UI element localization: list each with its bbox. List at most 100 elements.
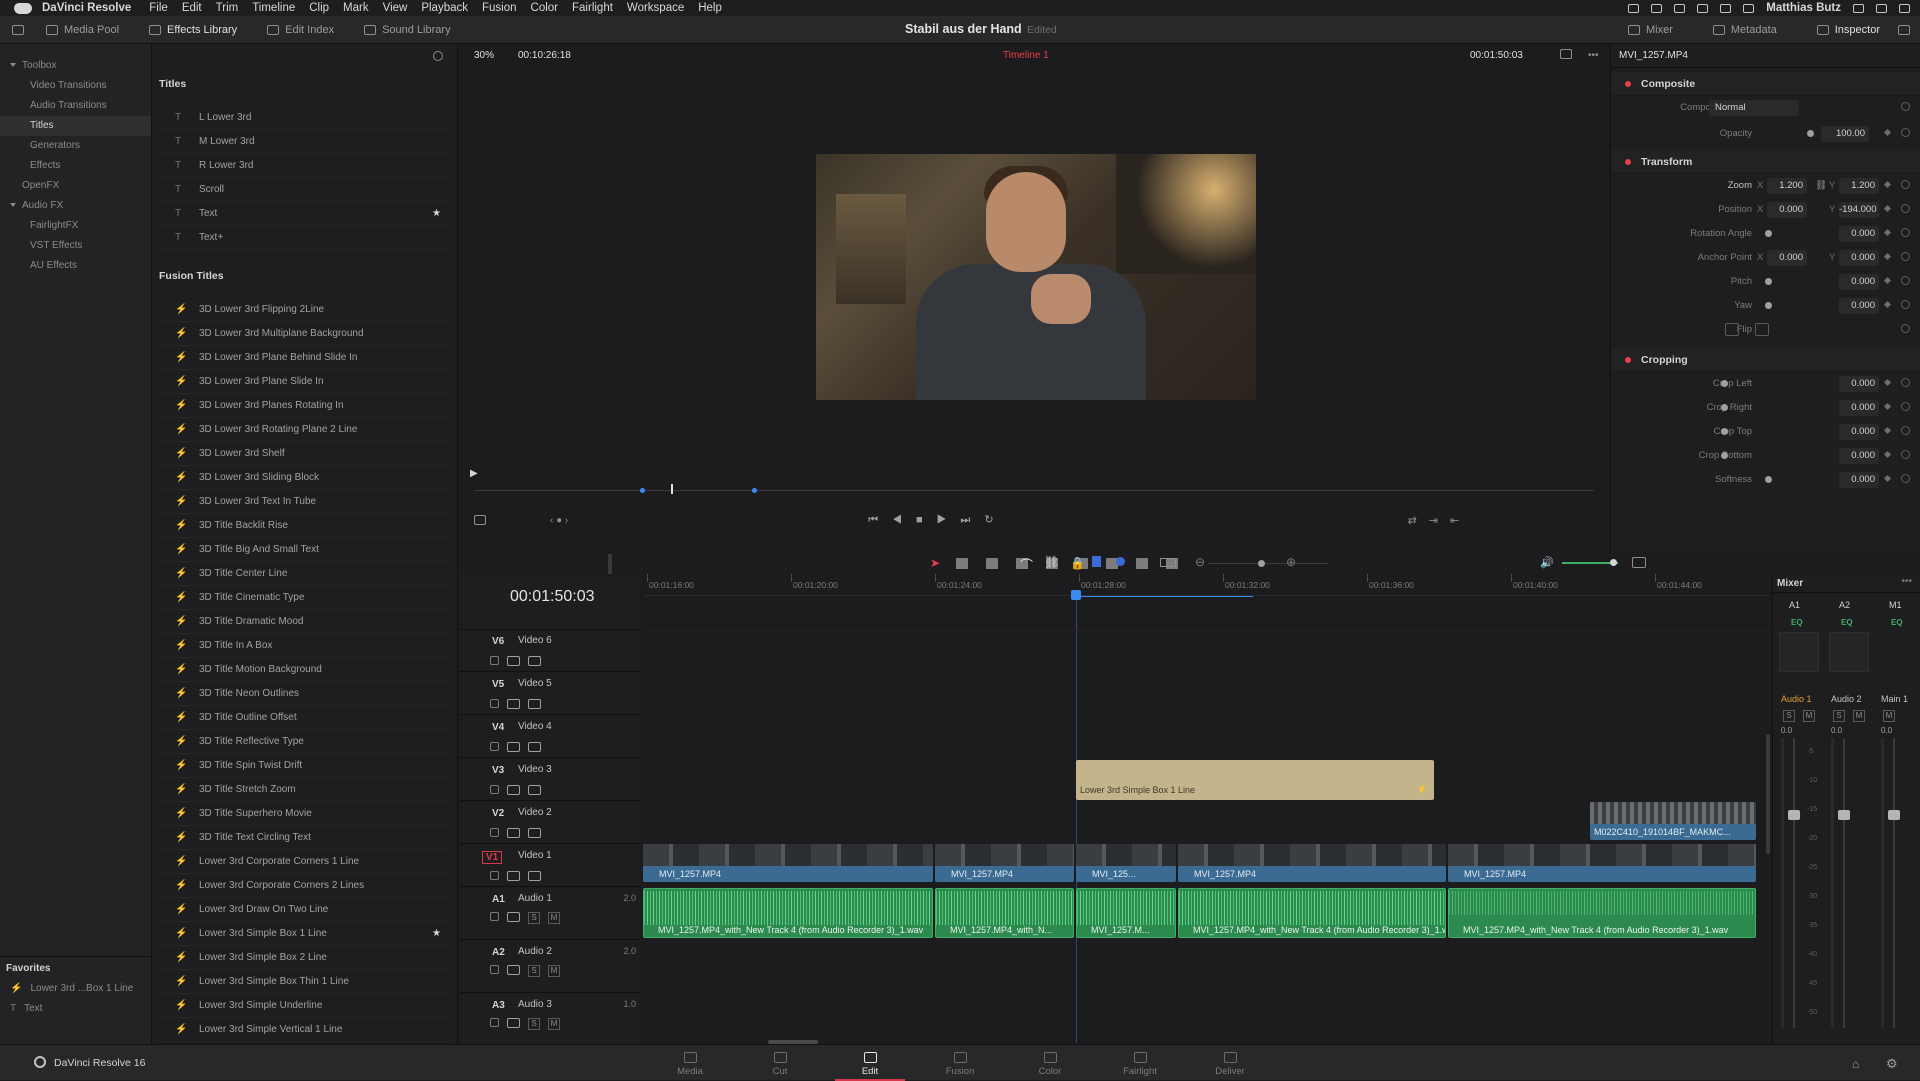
snapping-icon[interactable]: ⌒ xyxy=(1020,555,1033,574)
fusion-title-item[interactable]: ⚡ 3D Title Stretch Zoom xyxy=(159,778,449,802)
timeline-selector[interactable]: Timeline 1 xyxy=(1003,50,1049,61)
linked-selection-icon[interactable]: ⛓ xyxy=(1044,555,1059,569)
fusion-title-item[interactable]: ⚡ 3D Title Cinematic Type xyxy=(159,586,449,610)
opacity-slider-knob[interactable] xyxy=(1807,130,1814,137)
keyframe-icon[interactable] xyxy=(1883,300,1892,309)
solo-button[interactable]: S xyxy=(528,912,540,924)
reset-icon[interactable] xyxy=(1901,378,1910,387)
yaw-slider-knob[interactable] xyxy=(1765,302,1772,309)
auto-select-icon[interactable] xyxy=(507,871,520,881)
v1-clip[interactable]: MVI_1257.MP4 xyxy=(1178,844,1446,882)
timeline-view-options-icon[interactable] xyxy=(1160,558,1176,567)
control-center-icon[interactable] xyxy=(1899,3,1910,13)
mixer-solo-button[interactable]: M xyxy=(1883,710,1895,722)
rotation-slider-knob[interactable] xyxy=(1765,230,1772,237)
fusion-title-item[interactable]: ⚡ Lower 3rd Corporate Corners 2 Lines xyxy=(159,874,449,898)
menu-mark[interactable]: Mark xyxy=(343,2,369,14)
reset-icon[interactable] xyxy=(1901,252,1910,261)
audio-meter-icon[interactable] xyxy=(1632,557,1646,568)
rotation-value[interactable]: 0.000 xyxy=(1839,226,1879,242)
fusion-title-item[interactable]: ⚡ Lower 3rd Corporate Corners 1 Line xyxy=(159,850,449,874)
fusion-title-item[interactable]: ⚡ 3D Lower 3rd Plane Behind Slide In xyxy=(159,346,449,370)
title-item[interactable]: T M Lower 3rd xyxy=(159,130,449,154)
favorite-item[interactable]: ⚡ Lower 3rd ...Box 1 Line xyxy=(0,979,151,999)
favorite-item[interactable]: T Text xyxy=(0,999,151,1019)
track-visibility-icon[interactable] xyxy=(528,742,541,752)
fusion-title-item[interactable]: ⚡ 3D Lower 3rd Sliding Block xyxy=(159,466,449,490)
enable-dot-icon[interactable] xyxy=(1625,80,1631,87)
position-x-field[interactable]: 0.000 xyxy=(1767,202,1807,218)
fusion-title-item[interactable]: ⚡ 3D Title Outline Offset xyxy=(159,706,449,730)
keyframe-icon[interactable] xyxy=(1883,402,1892,411)
cropping-section-header[interactable]: Cropping xyxy=(1611,348,1920,372)
menu-file[interactable]: File xyxy=(149,2,168,14)
keyframe-icon[interactable] xyxy=(1883,378,1892,387)
video-track-header[interactable]: V1 Video 1 xyxy=(460,845,640,887)
screen-record-icon[interactable] xyxy=(1628,3,1640,13)
crop-value[interactable]: 0.000 xyxy=(1839,376,1879,392)
mute-button[interactable]: M xyxy=(548,965,560,977)
solo-button[interactable]: S xyxy=(528,965,540,977)
zoom-y-field[interactable]: 1.200 xyxy=(1839,178,1879,194)
keyframe-icon[interactable] xyxy=(1883,252,1892,261)
enable-dot-icon[interactable] xyxy=(1625,356,1631,363)
fusion-title-item[interactable]: ⚡ Lower 3rd Simple Box 2 Line xyxy=(159,946,449,970)
title-item[interactable]: T Text+ xyxy=(159,226,449,250)
collapse-panel-icon[interactable] xyxy=(1898,25,1910,35)
scrubber-playhead[interactable] xyxy=(671,484,673,494)
fusion-title-item[interactable]: ⚡ 3D Title Dramatic Mood xyxy=(159,610,449,634)
auto-select-icon[interactable] xyxy=(507,742,520,752)
auto-select-icon[interactable] xyxy=(507,656,520,666)
mixer-options-icon[interactable]: ••• xyxy=(1901,576,1912,587)
fusion-title-item[interactable]: ⚡ 3D Title Center Line xyxy=(159,562,449,586)
fusion-title-item[interactable]: ⚡ 3D Title Big And Small Text xyxy=(159,538,449,562)
app-menu[interactable]: DaVinci Resolve xyxy=(42,2,131,14)
lock-track-icon[interactable] xyxy=(490,871,499,880)
match-frame-icons[interactable]: ⇄⇥⇤ xyxy=(1408,514,1472,527)
title-item[interactable]: T Scroll xyxy=(159,178,449,202)
fusion-title-item[interactable]: ⚡ 3D Title Neon Outlines xyxy=(159,682,449,706)
eq-button[interactable]: EQ xyxy=(1791,618,1803,627)
more-options-icon[interactable]: ••• xyxy=(1588,50,1599,61)
reset-icon[interactable] xyxy=(1901,426,1910,435)
menu-trim[interactable]: Trim xyxy=(216,2,239,14)
fusion-title-item[interactable]: ⚡ 3D Lower 3rd Text In Tube xyxy=(159,490,449,514)
video-track-header[interactable]: V5 Video 5 xyxy=(460,673,640,715)
settings-gear-icon[interactable]: ⚙ xyxy=(1886,1056,1898,1072)
volume-icon[interactable] xyxy=(1743,3,1755,13)
crop-slider-knob[interactable] xyxy=(1721,428,1728,435)
apple-icon[interactable] xyxy=(14,2,32,14)
lock-icon[interactable]: 🔒 xyxy=(1070,556,1085,570)
video-frame[interactable] xyxy=(816,154,1256,400)
inspector-button[interactable]: Inspector xyxy=(1809,19,1888,41)
fusion-title-item[interactable]: ⚡ 3D Title Spin Twist Drift xyxy=(159,754,449,778)
viewer-options-icon[interactable] xyxy=(1560,49,1572,59)
title-item[interactable]: T Text ★ xyxy=(159,202,449,226)
mixer-solo-button[interactable]: S xyxy=(1783,710,1795,722)
favorite-star-icon[interactable]: ★ xyxy=(432,928,441,939)
mixer-mute-button[interactable]: M xyxy=(1853,710,1865,722)
speaker-icon[interactable]: 🔊 xyxy=(1540,556,1554,569)
nav-au-effects[interactable]: AU Effects xyxy=(0,256,151,276)
video-track-header[interactable]: V3 Video 3 xyxy=(460,759,640,801)
nav-toolbox[interactable]: Toolbox xyxy=(0,56,151,76)
solo-button[interactable]: S xyxy=(528,1018,540,1030)
fusion-title-item[interactable]: ⚡ Lower 3rd Draw On Two Line xyxy=(159,898,449,922)
zoom-slider[interactable] xyxy=(1208,563,1328,564)
position-y-field[interactable]: -194.000 xyxy=(1839,202,1879,218)
v1-clip[interactable]: MVI_125... xyxy=(1076,844,1176,882)
jog-icon[interactable]: ‹ ● › xyxy=(550,515,568,526)
fusion-title-item[interactable]: ⚡ 3D Title Backlit Rise xyxy=(159,514,449,538)
flag-icon[interactable] xyxy=(1092,556,1101,567)
zoom-x-field[interactable]: 1.200 xyxy=(1767,178,1807,194)
mixer-solo-button[interactable]: S xyxy=(1833,710,1845,722)
metadata-button[interactable]: Metadata xyxy=(1705,19,1785,41)
reset-icon[interactable] xyxy=(1901,450,1910,459)
page-color[interactable]: Color xyxy=(1015,1045,1085,1081)
pitch-value[interactable]: 0.000 xyxy=(1839,274,1879,290)
title-item[interactable]: T R Lower 3rd xyxy=(159,154,449,178)
viewer-mode-icon[interactable] xyxy=(474,515,486,525)
reset-icon[interactable] xyxy=(1901,128,1910,137)
master-volume-knob[interactable] xyxy=(1610,559,1617,566)
creative-cloud-icon[interactable] xyxy=(1651,3,1663,13)
